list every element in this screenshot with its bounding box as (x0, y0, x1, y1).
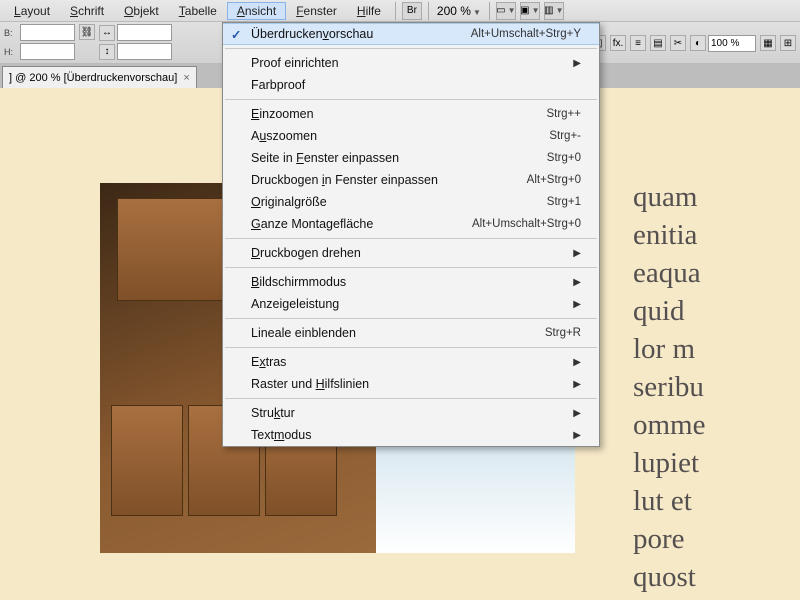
menu-item-label: Seite in Fenster einpassen (251, 151, 399, 165)
menu-item[interactable]: Auszoomen Strg+- (223, 125, 599, 147)
width-field[interactable] (20, 24, 75, 41)
menu-shortcut: Strg++ (546, 108, 581, 120)
menu-item-label: Überdruckenvorschau (251, 27, 373, 41)
menu-item-label: Proof einrichten (251, 56, 339, 70)
menu-item[interactable]: Originalgröße Strg+1 (223, 191, 599, 213)
scale-y-field[interactable] (117, 43, 172, 60)
menu-shortcut: Alt+Strg+0 (527, 174, 581, 186)
link-icon[interactable]: ⛓ (79, 24, 95, 40)
dropdown-arrow-icon: ▼ (473, 8, 481, 17)
scale-x-field[interactable] (117, 24, 172, 41)
menubar: Layout Schrift Objekt Tabelle Ansicht Fe… (0, 0, 800, 22)
arrange-button[interactable]: ▥▼ (544, 2, 564, 20)
menu-layout[interactable]: Layout (4, 2, 60, 20)
body-text: quamenitiaeaquaquidlor mseribuommelupiet… (625, 178, 800, 596)
menu-item-label: Extras (251, 355, 286, 369)
menu-item-label: Druckbogen drehen (251, 246, 361, 260)
tab-title: ] @ 200 % [Überdruckenvorschau] (9, 72, 177, 84)
menu-separator (225, 267, 597, 268)
menu-item-label: Druckbogen in Fenster einpassen (251, 173, 438, 187)
menu-fenster[interactable]: Fenster (286, 2, 347, 20)
menu-shortcut: Strg+R (545, 327, 581, 339)
menu-ansicht[interactable]: Ansicht (227, 2, 286, 20)
menu-item[interactable]: Raster und Hilfslinien ▶ (223, 373, 599, 395)
menu-item[interactable]: Proof einrichten ▶ (223, 52, 599, 74)
opacity-field[interactable] (708, 35, 756, 52)
submenu-arrow-icon: ▶ (573, 430, 581, 441)
submenu-arrow-icon: ▶ (573, 248, 581, 259)
menu-item[interactable]: Seite in Fenster einpassen Strg+0 (223, 147, 599, 169)
width-label: B: (4, 28, 18, 38)
menu-shortcut: Strg+1 (547, 196, 581, 208)
opacity-icon: ◐ (690, 35, 706, 51)
menu-shortcut: Strg+- (549, 130, 581, 142)
tool-icon[interactable]: ⊞ (780, 35, 796, 51)
menu-separator (225, 48, 597, 49)
menu-item-label: Originalgröße (251, 195, 327, 209)
tool-icon[interactable]: ≡ (630, 35, 646, 51)
menu-objekt[interactable]: Objekt (114, 2, 169, 20)
menu-separator (225, 238, 597, 239)
view-options-button[interactable]: ▭▼ (496, 2, 516, 20)
menu-item-label: Raster und Hilfslinien (251, 377, 369, 391)
tool-icon[interactable]: ▦ (760, 35, 776, 51)
fx-icon[interactable]: fx. (610, 35, 626, 51)
divider (489, 2, 490, 20)
menu-item-label: Ganze Montagefläche (251, 217, 373, 231)
menu-item[interactable]: Anzeigeleistung ▶ (223, 293, 599, 315)
menu-shortcut: Strg+0 (547, 152, 581, 164)
menu-separator (225, 318, 597, 319)
scale-y-icon: ↕ (99, 44, 115, 60)
menu-schrift[interactable]: Schrift (60, 2, 114, 20)
menu-hilfe[interactable]: Hilfe (347, 2, 391, 20)
drawer-graphic (111, 405, 183, 516)
submenu-arrow-icon: ▶ (573, 58, 581, 69)
divider (428, 2, 429, 20)
menu-item-label: Lineale einblenden (251, 326, 356, 340)
menu-item[interactable]: Druckbogen in Fenster einpassen Alt+Strg+… (223, 169, 599, 191)
menu-item-label: Struktur (251, 406, 295, 420)
bridge-button[interactable]: Br (402, 2, 422, 20)
menu-item[interactable]: Einzoomen Strg++ (223, 103, 599, 125)
height-field[interactable] (20, 43, 75, 60)
tool-icon[interactable]: ✂ (670, 35, 686, 51)
menu-item[interactable]: Überdruckenvorschau Alt+Umschalt+Strg+Y (223, 23, 599, 45)
menu-item[interactable]: Farbproof (223, 74, 599, 96)
menu-item-label: Anzeigeleistung (251, 297, 339, 311)
height-label: H: (4, 47, 18, 57)
drawer-graphic (117, 198, 227, 302)
menu-separator (225, 99, 597, 100)
menu-item-label: Bildschirmmodus (251, 275, 346, 289)
close-icon[interactable]: × (183, 72, 189, 84)
ansicht-dropdown: Überdruckenvorschau Alt+Umschalt+Strg+Y Pr… (222, 22, 600, 447)
submenu-arrow-icon: ▶ (573, 299, 581, 310)
tool-icon[interactable]: ▤ (650, 35, 666, 51)
right-tool-cluster: ▦ ◧ fx. ≡ ▤ ✂ ◐ ▦ ⊞ (570, 24, 796, 62)
screen-mode-button[interactable]: ▣▼ (520, 2, 540, 20)
menu-item[interactable]: Lineale einblenden Strg+R (223, 322, 599, 344)
submenu-arrow-icon: ▶ (573, 379, 581, 390)
menu-item-label: Auszoomen (251, 129, 317, 143)
menu-separator (225, 398, 597, 399)
menu-item[interactable]: Textmodus ▶ (223, 424, 599, 446)
menu-item-label: Textmodus (251, 428, 311, 442)
menu-tabelle[interactable]: Tabelle (169, 2, 227, 20)
submenu-arrow-icon: ▶ (573, 408, 581, 419)
submenu-arrow-icon: ▶ (573, 277, 581, 288)
menu-shortcut: Alt+Umschalt+Strg+Y (471, 28, 581, 40)
menu-item[interactable]: Struktur ▶ (223, 402, 599, 424)
zoom-level[interactable]: 200 %▼ (433, 4, 485, 18)
menu-item-label: Einzoomen (251, 107, 314, 121)
menu-item[interactable]: Bildschirmmodus ▶ (223, 271, 599, 293)
menu-shortcut: Alt+Umschalt+Strg+0 (472, 218, 581, 230)
menu-separator (225, 347, 597, 348)
menu-item[interactable]: Druckbogen drehen ▶ (223, 242, 599, 264)
divider (395, 2, 396, 20)
document-tab[interactable]: ] @ 200 % [Überdruckenvorschau] × (2, 66, 197, 88)
submenu-arrow-icon: ▶ (573, 357, 581, 368)
menu-item[interactable]: Ganze Montagefläche Alt+Umschalt+Strg+0 (223, 213, 599, 235)
menu-item-label: Farbproof (251, 78, 305, 92)
menu-item[interactable]: Extras ▶ (223, 351, 599, 373)
scale-x-icon: ↔ (99, 25, 115, 41)
